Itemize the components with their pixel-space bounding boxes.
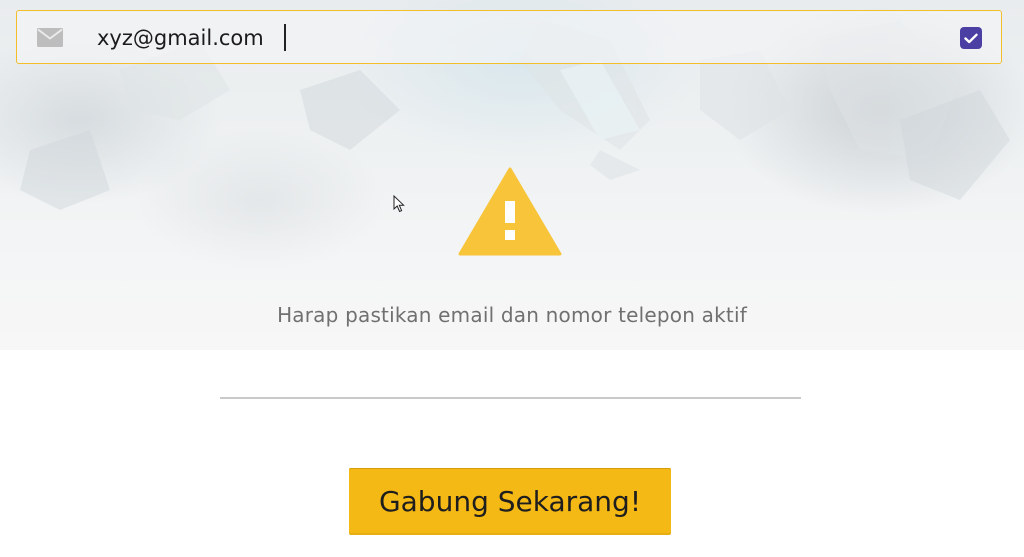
warning-message: Harap pastikan email dan nomor telepon a… xyxy=(277,303,747,327)
warning-triangle-icon xyxy=(458,167,562,256)
checkmark-icon xyxy=(964,33,978,43)
envelope-icon xyxy=(37,28,63,47)
mouse-pointer-icon xyxy=(393,195,405,213)
divider xyxy=(220,397,801,399)
signup-screen: Harap pastikan email dan nomor telepon a… xyxy=(0,0,1024,557)
verified-checkbox[interactable] xyxy=(960,27,982,49)
text-caret xyxy=(284,24,286,51)
join-now-button[interactable]: Gabung Sekarang! xyxy=(349,468,671,535)
email-field[interactable] xyxy=(16,10,1002,64)
email-input[interactable] xyxy=(97,19,917,57)
